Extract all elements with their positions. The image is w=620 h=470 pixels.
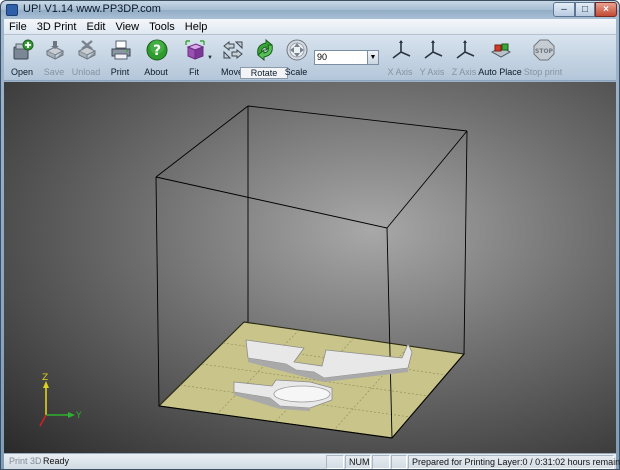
- stop-print-button[interactable]: STOP Stop print: [524, 37, 562, 79]
- scale-button[interactable]: Scale: [278, 37, 314, 79]
- maximize-button[interactable]: □: [575, 2, 595, 17]
- rotation-angle-select[interactable]: 90 ▼: [314, 50, 379, 65]
- status-message: Prepared for Printing Layer:0 / 0:31:02 …: [408, 455, 620, 469]
- x-axis-icon: [392, 40, 411, 59]
- window-title: UP! V1.14 www.PP3DP.com: [23, 3, 161, 15]
- status-num: NUM: [345, 455, 371, 469]
- move-icon: [223, 40, 243, 60]
- rotate-icon: [257, 39, 273, 61]
- auto-place-icon: [490, 43, 512, 58]
- menu-edit[interactable]: Edit: [81, 19, 110, 34]
- y-axis-icon: [424, 40, 443, 59]
- save-icon: [45, 41, 65, 60]
- app-icon: [6, 4, 18, 16]
- menu-bar: File 3D Print Edit View Tools Help: [4, 19, 616, 35]
- z-axis-icon: [456, 40, 475, 59]
- toolbar: Open Save Unload Print ? About Fit ▼ Mov…: [4, 35, 616, 81]
- menu-tools[interactable]: Tools: [144, 19, 180, 34]
- stop-print-label: Stop print: [523, 67, 563, 77]
- auto-place-button[interactable]: Auto Place: [478, 37, 522, 79]
- scene-canvas[interactable]: Z Y: [4, 82, 616, 453]
- scale-label: Scale: [284, 67, 308, 77]
- minimize-button[interactable]: –: [553, 2, 575, 17]
- unload-icon: [77, 40, 97, 60]
- stop-sign-icon: STOP: [533, 39, 555, 61]
- help-icon: ?: [146, 39, 168, 61]
- fit-icon: [185, 40, 205, 60]
- menu-file[interactable]: File: [4, 19, 32, 34]
- svg-text:?: ?: [153, 43, 161, 59]
- axis-y-label: Y: [75, 411, 82, 421]
- status-extra-slot: [391, 455, 407, 469]
- app-window: UP! V1.14 www.PP3DP.com – □ × File 3D Pr…: [0, 0, 620, 470]
- status-caps-slot: [326, 455, 344, 469]
- menu-view[interactable]: View: [110, 19, 144, 34]
- build-platform: [157, 321, 466, 439]
- status-scroll-slot: [372, 455, 390, 469]
- open-icon: [13, 39, 34, 60]
- title-bar[interactable]: UP! V1.14 www.PP3DP.com – □ ×: [1, 1, 619, 19]
- printer-icon: [111, 40, 131, 60]
- rotation-angle-value: 90: [317, 52, 328, 62]
- axis-z-label: Z: [42, 373, 48, 383]
- status-mode: Print 3D: [9, 456, 42, 466]
- status-state: Ready: [43, 456, 70, 466]
- fit-dropdown-arrow-icon[interactable]: ▼: [207, 55, 213, 61]
- status-bar: Print 3D Ready NUM Prepared for Printing…: [4, 453, 620, 469]
- menu-3d-print[interactable]: 3D Print: [32, 19, 82, 34]
- about-button[interactable]: ? About: [138, 37, 174, 79]
- close-button[interactable]: ×: [595, 2, 617, 17]
- menu-help[interactable]: Help: [180, 19, 213, 34]
- 3d-viewport[interactable]: Z Y: [4, 82, 616, 453]
- stop-sign-text: STOP: [535, 48, 554, 55]
- scale-icon: [286, 39, 308, 61]
- axis-gizmo: Z Y: [39, 373, 82, 427]
- chevron-down-icon[interactable]: ▼: [367, 51, 378, 64]
